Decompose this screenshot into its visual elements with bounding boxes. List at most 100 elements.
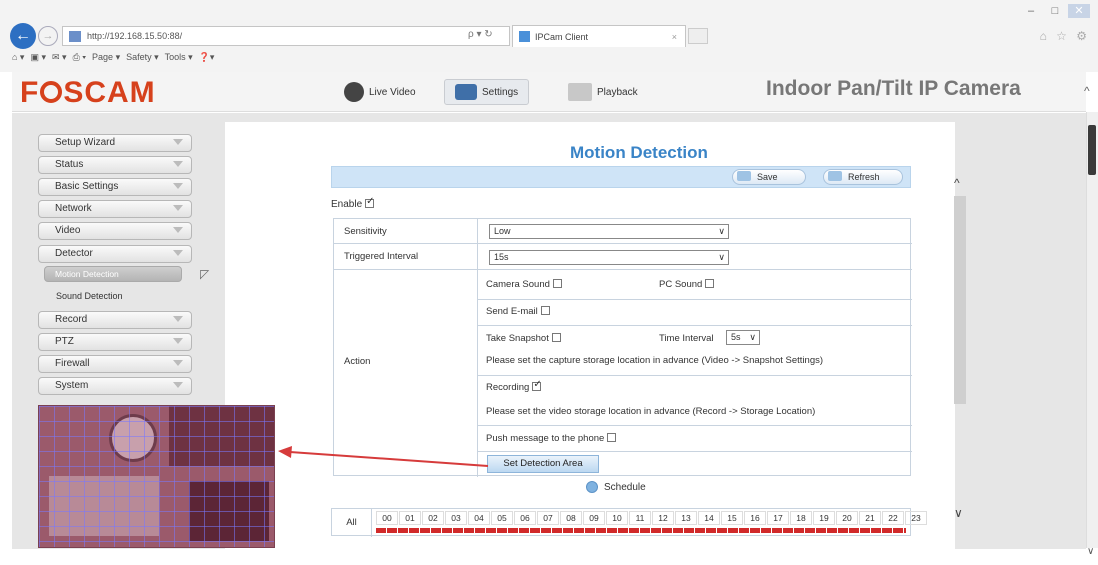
hour-cell[interactable]: 13 [675, 511, 697, 525]
sensitivity-label: Sensitivity [344, 226, 387, 237]
pc-sound-checkbox[interactable] [705, 279, 715, 288]
save-icon [737, 171, 751, 181]
sidebar-item-status[interactable]: Status [38, 156, 192, 174]
menu-page[interactable]: Page ▾ [92, 52, 120, 63]
recording-checkbox[interactable] [532, 379, 542, 391]
forward-arrow-icon[interactable]: → [38, 26, 58, 46]
help-icon[interactable]: ❓▾ [199, 52, 215, 63]
back-arrow-icon[interactable]: ← [10, 23, 36, 49]
push-message-checkbox[interactable] [607, 433, 617, 442]
new-tab-button[interactable] [688, 28, 708, 44]
take-snapshot-row: Take Snapshot [486, 333, 561, 344]
detection-area-preview[interactable] [38, 405, 275, 548]
mail-icon[interactable]: ✉ ▾ [52, 52, 67, 63]
send-email-checkbox[interactable] [540, 306, 550, 315]
chevron-down-icon: ∨ [749, 332, 756, 342]
enable-checkbox[interactable] [365, 196, 375, 208]
hour-cell[interactable]: 14 [698, 511, 720, 525]
wrench-icon [455, 84, 477, 100]
minimize-button[interactable]: – [1020, 4, 1042, 18]
page-scrollbar[interactable] [1086, 112, 1098, 548]
detection-grid[interactable] [39, 406, 274, 547]
sidebar-item-detector[interactable]: Detector [38, 245, 192, 263]
set-detection-area-button[interactable]: Set Detection Area [487, 455, 599, 473]
sidebar-item-sound-detection[interactable]: Sound Detection [40, 288, 194, 306]
mouse-cursor-icon: ◸ [200, 267, 210, 281]
menu-tools[interactable]: Tools ▾ [165, 52, 193, 63]
menu-safety[interactable]: Safety ▾ [126, 52, 159, 63]
page-scrollbar-thumb[interactable] [1088, 125, 1096, 175]
hour-cell[interactable]: 20 [836, 511, 858, 525]
hour-cell[interactable]: 00 [376, 511, 398, 525]
page-scroll-down-icon[interactable]: ∨ [1087, 546, 1094, 557]
feeds-icon[interactable]: ▣ ▾ [30, 52, 46, 63]
product-title: Indoor Pan/Tilt IP Camera [766, 77, 1021, 100]
close-tab-icon[interactable]: × [672, 26, 677, 48]
hour-cell[interactable]: 06 [514, 511, 536, 525]
hour-cell[interactable]: 03 [445, 511, 467, 525]
chevron-down-icon: ∨ [718, 226, 725, 236]
hours-row: 00 01 02 03 04 05 06 07 08 09 10 11 12 1… [376, 511, 928, 525]
hour-cell[interactable]: 02 [422, 511, 444, 525]
hour-cell[interactable]: 04 [468, 511, 490, 525]
close-window-button[interactable]: ✕ [1068, 4, 1090, 18]
hour-cell[interactable]: 15 [721, 511, 743, 525]
interval-select[interactable]: 15s ∨ [489, 250, 729, 265]
sidebar-item-network[interactable]: Network [38, 200, 192, 218]
time-interval-select[interactable]: 5s ∨ [726, 330, 760, 345]
sidebar-item-motion-detection[interactable]: Motion Detection [44, 266, 182, 282]
home-star-gear-icons[interactable]: ⌂ ☆ ⚙ [1040, 29, 1090, 43]
hour-cell[interactable]: 01 [399, 511, 421, 525]
tab-label: Settings [482, 86, 519, 98]
hour-cell[interactable]: 18 [790, 511, 812, 525]
schedule-active-bar[interactable] [376, 528, 906, 533]
sidebar-item-record[interactable]: Record [38, 311, 192, 329]
tab-live-video[interactable]: Live Video [334, 79, 426, 105]
sidebar-item-firewall[interactable]: Firewall [38, 355, 192, 373]
tab-settings[interactable]: Settings [444, 79, 530, 105]
address-bar[interactable]: http://192.168.15.50:88/ [62, 26, 510, 46]
schedule-label: Schedule [604, 481, 646, 493]
scroll-up-icon[interactable]: ^ [954, 176, 960, 190]
hour-cell[interactable]: 05 [491, 511, 513, 525]
schedule-all-button[interactable]: All [332, 509, 372, 537]
sidebar-item-basic-settings[interactable]: Basic Settings [38, 178, 192, 196]
browser-tab[interactable]: IPCam Client × [512, 25, 686, 47]
hour-cell[interactable]: 23 [905, 511, 927, 525]
sidebar-item-video[interactable]: Video [38, 222, 192, 240]
save-button[interactable]: Save [732, 169, 806, 185]
sidebar-item-ptz[interactable]: PTZ [38, 333, 192, 351]
home-icon[interactable]: ⌂ ▾ [12, 52, 24, 63]
hour-cell[interactable]: 22 [882, 511, 904, 525]
maximize-button[interactable]: □ [1044, 4, 1066, 18]
sidebar-item-setup-wizard[interactable]: Setup Wizard [38, 134, 192, 152]
take-snapshot-checkbox[interactable] [551, 333, 561, 342]
search-refresh-icons[interactable]: ρ ▾ ↻ [468, 29, 493, 40]
hour-cell[interactable]: 21 [859, 511, 881, 525]
hour-cell[interactable]: 17 [767, 511, 789, 525]
sidebar-item-label: Setup Wizard [55, 137, 116, 148]
hour-cell[interactable]: 08 [560, 511, 582, 525]
hour-cell[interactable]: 11 [629, 511, 651, 525]
sidebar-item-label: System [55, 380, 89, 391]
camera-sound-checkbox[interactable] [552, 279, 562, 288]
sensitivity-select[interactable]: Low ∨ [489, 224, 729, 239]
scroll-down-icon[interactable]: ∨ [954, 506, 963, 520]
tab-favicon-icon [519, 31, 530, 42]
hour-cell[interactable]: 12 [652, 511, 674, 525]
send-email-row: Send E-mail [486, 306, 550, 317]
hour-cell[interactable]: 16 [744, 511, 766, 525]
hour-cell[interactable]: 19 [813, 511, 835, 525]
inner-scrollbar[interactable] [954, 196, 966, 404]
chevron-down-icon [173, 360, 183, 366]
refresh-button[interactable]: Refresh [823, 169, 903, 185]
push-message-row: Push message to the phone [486, 433, 617, 444]
hour-cell[interactable]: 09 [583, 511, 605, 525]
print-icon[interactable]: ⎙ ▾ [73, 52, 86, 63]
tab-playback[interactable]: Playback [558, 79, 648, 105]
chevron-up-icon[interactable]: ^ [1084, 84, 1090, 98]
hour-cell[interactable]: 10 [606, 511, 628, 525]
sidebar-item-system[interactable]: System [38, 377, 192, 395]
hour-cell[interactable]: 07 [537, 511, 559, 525]
sensitivity-value: Low [494, 226, 511, 236]
